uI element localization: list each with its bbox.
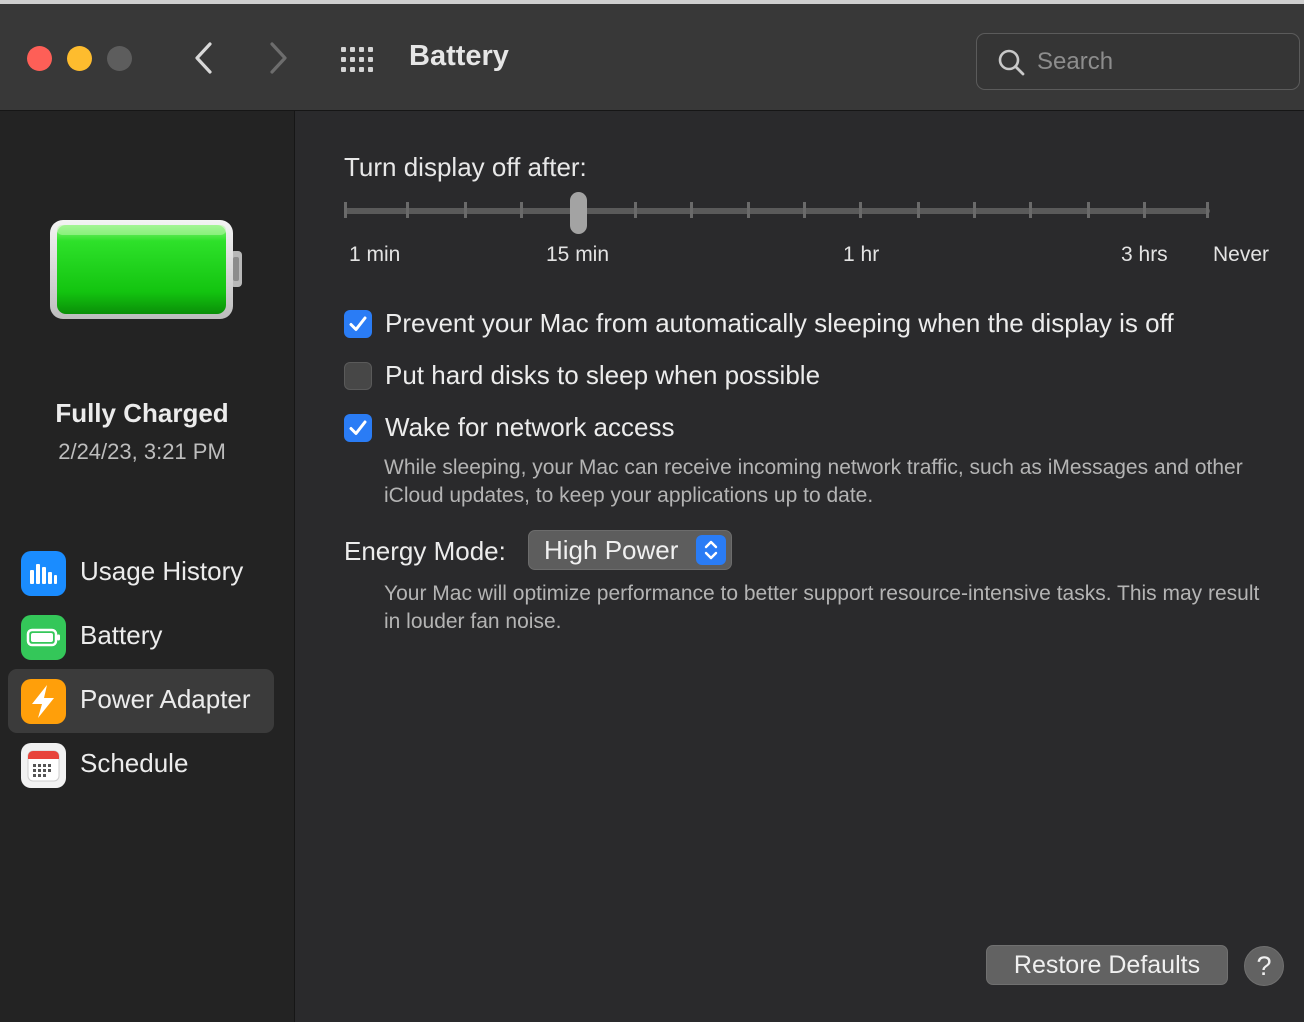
sidebar-item-label: Battery: [80, 620, 163, 650]
energy-mode-label: Energy Mode:: [344, 536, 506, 566]
slider-tick: [344, 202, 347, 218]
charge-timestamp: 2/24/23, 3:21 PM: [58, 439, 226, 464]
sidebar-item-schedule[interactable]: Schedule: [8, 733, 274, 797]
forward-button[interactable]: [258, 37, 298, 79]
slider-tick: [464, 202, 467, 218]
energy-mode-value: High Power: [544, 535, 679, 565]
chevron-left-icon: [195, 42, 212, 74]
slider-tick: [859, 202, 862, 218]
search-icon: [998, 49, 1025, 76]
disk-sleep-checkbox[interactable]: [344, 362, 372, 390]
slider-tick: [1143, 202, 1146, 218]
wake-network-checkbox[interactable]: [344, 414, 372, 442]
search-field[interactable]: [976, 33, 1300, 90]
sidebar-item-label: Usage History: [80, 556, 244, 586]
sidebar-item-label: Schedule: [80, 748, 189, 778]
system-preferences-window: Battery Search Fully Charged 2/24/23, 3:…: [0, 0, 1304, 1022]
charge-status: Fully Charged: [55, 398, 229, 428]
chevron-right-icon: [270, 42, 287, 74]
window-title: Battery: [409, 40, 509, 72]
help-button[interactable]: ?: [1244, 946, 1284, 986]
energy-mode-popup[interactable]: High Power: [528, 530, 732, 570]
bar-chart-icon: [21, 551, 66, 596]
checkmark-icon: [349, 316, 367, 331]
sidebar: Fully Charged 2/24/23, 3:21 PM Usage His…: [0, 111, 295, 1022]
battery-level-icon: [50, 220, 242, 319]
sidebar-item-usage-history[interactable]: Usage History: [8, 541, 274, 605]
chevron-up-down-icon: [696, 535, 726, 565]
lightning-bolt-icon: [21, 679, 66, 724]
title-bar: Battery: [0, 0, 1304, 111]
slider-tick: [690, 202, 693, 218]
slider-tick: [803, 202, 806, 218]
prevent-sleep-label: Prevent your Mac from automatically slee…: [385, 308, 1174, 338]
slider-tick: [1087, 202, 1090, 218]
slider-tick: [917, 202, 920, 218]
search-input[interactable]: [1037, 44, 1287, 80]
slider-tick: [1206, 202, 1209, 218]
slider-tick: [406, 202, 409, 218]
slider-track[interactable]: [344, 208, 1210, 214]
slider-tick: [747, 202, 750, 218]
grid-icon: [341, 47, 373, 72]
slider-tick: [1029, 202, 1032, 218]
tick-label-3-hrs: 3 hrs: [1121, 243, 1168, 266]
slider-tick: [520, 202, 523, 218]
restore-defaults-button[interactable]: Restore Defaults: [986, 945, 1228, 985]
power-adapter-pane: Turn display off after: 1 min 15 min 1 h…: [296, 111, 1304, 1022]
tick-label-1-hr: 1 hr: [843, 243, 880, 266]
slider-tick: [973, 202, 976, 218]
tick-label-15-min: 15 min: [546, 243, 610, 266]
wake-network-label: Wake for network access: [385, 412, 675, 442]
sidebar-item-battery[interactable]: Battery: [8, 605, 274, 669]
close-window-button[interactable]: [27, 46, 52, 71]
zoom-window-button[interactable]: [107, 46, 132, 71]
energy-mode-description: Your Mac will optimize performance to be…: [384, 582, 1260, 633]
checkmark-icon: [349, 420, 367, 435]
minimize-window-button[interactable]: [67, 46, 92, 71]
slider-thumb[interactable]: [570, 192, 587, 234]
disk-sleep-label: Put hard disks to sleep when possible: [385, 360, 821, 390]
tick-label-never: Never: [1213, 243, 1270, 266]
sidebar-item-label: Power Adapter: [80, 684, 251, 714]
show-all-button[interactable]: [339, 44, 379, 76]
calendar-icon: [21, 743, 66, 788]
slider-tick: [634, 202, 637, 218]
back-button[interactable]: [184, 37, 224, 79]
tick-label-1-min: 1 min: [349, 243, 401, 266]
prevent-sleep-checkbox[interactable]: [344, 310, 372, 338]
battery-icon: [21, 615, 66, 660]
display-off-label: Turn display off after:: [344, 152, 587, 182]
network-access-description: While sleeping, your Mac can receive inc…: [384, 456, 1243, 507]
display-sleep-slider[interactable]: [344, 192, 1212, 236]
sidebar-item-power-adapter[interactable]: Power Adapter: [8, 669, 274, 733]
